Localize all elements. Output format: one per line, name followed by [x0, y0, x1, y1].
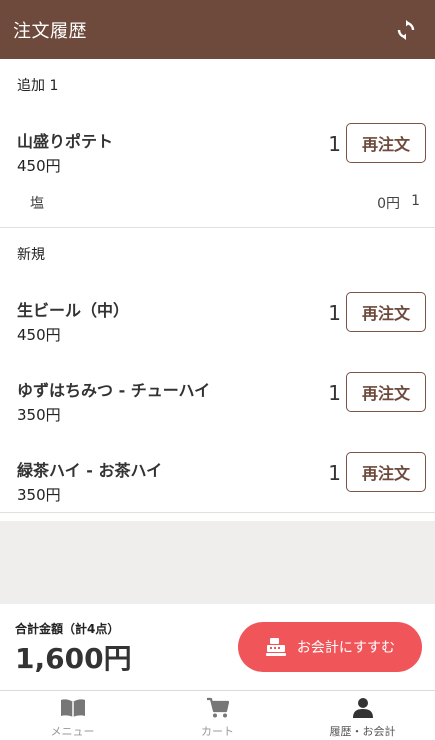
cart-icon: [206, 696, 230, 720]
option-name: 塩: [30, 196, 44, 212]
tab-cart[interactable]: カート: [145, 691, 290, 740]
item-option-row: 塩 0円 1: [0, 183, 435, 227]
item-name: ゆずはちみつ - チューハイ: [17, 381, 211, 400]
refresh-icon[interactable]: [393, 17, 419, 43]
tab-menu[interactable]: メニュー: [0, 691, 145, 740]
item-quantity: 1: [328, 301, 341, 325]
item-quantity: 1: [328, 132, 341, 156]
order-item: 山盛りポテト 450円 1 再注文: [0, 103, 435, 183]
section-label: 追加 1: [17, 78, 59, 94]
option-price: 0円: [377, 196, 400, 212]
order-section-new: 新規 生ビール（中） 450円 1 再注文 ゆずはちみつ - チューハイ 350…: [0, 228, 435, 513]
tab-history-checkout[interactable]: 履歴・お会計: [290, 691, 435, 740]
item-name: 山盛りポテト: [17, 132, 114, 151]
order-item: 緑茶ハイ - お茶ハイ 350円 1 再注文: [0, 432, 435, 512]
reorder-button[interactable]: 再注文: [346, 123, 426, 163]
item-price: 450円: [17, 326, 61, 344]
item-price: 450円: [17, 157, 61, 175]
total-amount: 1,600円: [15, 642, 132, 675]
book-icon: [60, 696, 86, 720]
app-header: 注文履歴: [0, 0, 435, 59]
page-title: 注文履歴: [13, 20, 87, 42]
cash-register-icon: [265, 637, 287, 657]
item-price: 350円: [17, 406, 61, 424]
reorder-button[interactable]: 再注文: [346, 452, 426, 492]
item-price: 350円: [17, 486, 61, 504]
order-item: ゆずはちみつ - チューハイ 350円 1 再注文: [0, 352, 435, 432]
tab-label: メニュー: [50, 725, 95, 738]
item-quantity: 1: [328, 461, 341, 485]
item-quantity: 1: [328, 381, 341, 405]
total-label: 合計金額（計4点）: [15, 622, 120, 636]
item-name: 生ビール（中）: [17, 301, 130, 320]
order-item: 生ビール（中） 450円 1 再注文: [0, 272, 435, 352]
bottom-tab-bar: メニュー カート 履歴・お会計: [0, 690, 435, 740]
item-name: 緑茶ハイ - お茶ハイ: [17, 461, 163, 480]
user-icon: [352, 696, 374, 720]
checkout-button[interactable]: お会計にすすむ: [238, 622, 422, 672]
checkout-label: お会計にすすむ: [296, 640, 396, 656]
tab-label: カート: [201, 725, 234, 738]
tab-label: 履歴・お会計: [329, 725, 396, 738]
reorder-button[interactable]: 再注文: [346, 292, 426, 332]
option-quantity: 1: [411, 193, 420, 209]
order-history-list: 追加 1 山盛りポテト 450円 1 再注文 塩 0円 1 新規 生ビール（中）…: [0, 59, 435, 521]
reorder-button[interactable]: 再注文: [346, 372, 426, 412]
order-section-additional: 追加 1 山盛りポテト 450円 1 再注文 塩 0円 1: [0, 59, 435, 228]
checkout-bar: 合計金額（計4点） 1,600円 お会計にすすむ: [0, 604, 435, 690]
section-label: 新規: [17, 247, 45, 263]
